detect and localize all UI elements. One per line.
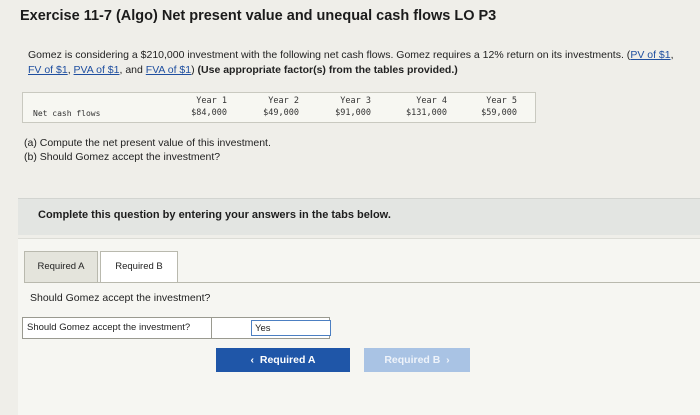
intro-text: Gomez is considering a $210,000 investme…: [28, 49, 624, 61]
cash-flow-col-4: Year 4 $131,000: [381, 96, 447, 118]
answer-label: Should Gomez accept the investment?: [27, 322, 191, 333]
link-fv-of-1[interactable]: FV of $1: [28, 64, 68, 76]
problem-intro: Gomez is considering a $210,000 investme…: [28, 49, 674, 76]
accept-answer-input[interactable]: [251, 320, 331, 336]
next-button-label: Required B: [384, 354, 441, 366]
answer-row: Should Gomez accept the investment?: [22, 317, 331, 339]
link-fva-of-1[interactable]: FVA of $1: [146, 64, 191, 76]
cash-flow-amount: $59,000: [481, 108, 517, 118]
cash-flow-amount: $91,000: [335, 108, 371, 118]
chevron-right-icon: ›: [446, 354, 450, 366]
question-list: (a) Compute the net present value of thi…: [24, 136, 271, 164]
answer-panel: Required A Required B Should Gomez accep…: [18, 238, 700, 415]
link-pv-of-1[interactable]: PV of $1: [630, 49, 670, 61]
year-label: Year 3: [340, 96, 371, 106]
next-required-b-button[interactable]: Required B ›: [364, 348, 470, 372]
instructions-text: Complete this question by entering your …: [38, 209, 391, 221]
cash-flow-amount: $84,000: [191, 108, 227, 118]
link-pva-of-1[interactable]: PVA of $1: [74, 64, 120, 76]
cash-flow-col-1: Year 1 $84,000: [161, 96, 227, 118]
exercise-title: Exercise 11-7 (Algo) Net present value a…: [20, 8, 497, 24]
prev-button-label: Required A: [259, 354, 316, 366]
cash-flow-col-3: Year 3 $91,000: [305, 96, 371, 118]
chevron-left-icon: ‹: [250, 354, 255, 366]
cash-flow-col-5: Year 5 $59,000: [451, 96, 517, 118]
year-label: Year 5: [486, 96, 517, 106]
cash-flow-row-label: Net cash flows: [33, 109, 101, 118]
cash-flow-col-2: Year 2 $49,000: [233, 96, 299, 118]
question-a: (a) Compute the net present value of thi…: [24, 137, 271, 149]
tab-required-a[interactable]: Required A: [24, 251, 98, 283]
answer-divider: [211, 318, 212, 338]
intro-and: and: [125, 64, 143, 76]
year-label: Year 4: [416, 96, 447, 106]
cash-flow-amount: $49,000: [263, 108, 299, 118]
prev-required-a-button[interactable]: ‹ Required A: [216, 348, 350, 372]
panel-question: Should Gomez accept the investment?: [30, 292, 211, 304]
tab-required-b[interactable]: Required B: [100, 251, 178, 283]
cash-flow-amount: $131,000: [406, 108, 447, 118]
tab-divider: [24, 282, 700, 283]
instructions-band: Complete this question by entering your …: [18, 198, 700, 235]
year-label: Year 1: [196, 96, 227, 106]
intro-instruction: (Use appropriate factor(s) from the tabl…: [197, 64, 458, 76]
cash-flow-table: Net cash flows Year 1 $84,000 Year 2 $49…: [22, 92, 536, 123]
year-label: Year 2: [268, 96, 299, 106]
question-b: (b) Should Gomez accept the investment?: [24, 151, 221, 163]
